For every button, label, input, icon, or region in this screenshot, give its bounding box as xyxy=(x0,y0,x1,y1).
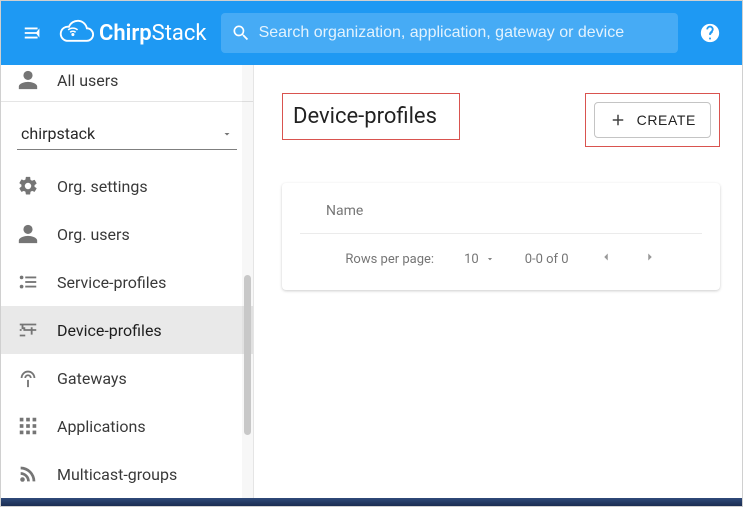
column-header-name[interactable]: Name xyxy=(326,203,363,219)
next-page-button[interactable] xyxy=(643,250,657,268)
person-icon xyxy=(17,223,39,245)
help-button[interactable] xyxy=(690,13,730,53)
sidebar-item-service-profiles[interactable]: Service-profiles xyxy=(1,258,253,306)
sidebar: All users chirpstack Org. settings Org. … xyxy=(1,65,254,506)
sidebar-item-label: Device-profiles xyxy=(57,321,162,340)
list-icon xyxy=(17,271,39,293)
org-selected-value: chirpstack xyxy=(21,124,95,143)
sidebar-item-label: Org. settings xyxy=(57,177,148,196)
help-icon xyxy=(699,22,721,44)
brand-text: ChirpStack xyxy=(99,21,207,46)
sidebar-item-label: Applications xyxy=(57,417,146,436)
brand-logo: ChirpStack xyxy=(57,19,207,47)
sidebar-item-gateways[interactable]: Gateways xyxy=(1,354,253,402)
search-input[interactable] xyxy=(259,24,668,42)
divider xyxy=(1,101,253,102)
rows-per-page-label: Rows per page: xyxy=(345,252,434,267)
create-button-highlight: Create xyxy=(585,93,720,147)
antenna-icon xyxy=(17,367,39,389)
data-table-card: Name Rows per page: 10 0-0 of 0 xyxy=(282,183,720,290)
create-button[interactable]: Create xyxy=(594,102,711,138)
footer-strip xyxy=(1,498,742,506)
sidebar-item-all-users[interactable]: All users xyxy=(1,65,253,95)
page-title: Device-profiles xyxy=(293,104,437,129)
create-button-label: Create xyxy=(637,112,696,128)
dropdown-icon xyxy=(221,128,233,140)
sidebar-item-multicast-groups[interactable]: Multicast-groups xyxy=(1,450,253,498)
pagination-range: 0-0 of 0 xyxy=(525,252,569,267)
rss-icon xyxy=(17,463,39,485)
chevron-right-icon xyxy=(643,250,657,264)
main-content: Device-profiles Create Name Rows per pag… xyxy=(254,65,742,506)
sidebar-item-label: Service-profiles xyxy=(57,273,166,292)
page-title-highlight: Device-profiles xyxy=(282,93,460,140)
sidebar-item-applications[interactable]: Applications xyxy=(1,402,253,450)
menu-collapse-button[interactable] xyxy=(13,13,53,53)
plus-icon xyxy=(609,111,627,129)
sidebar-item-org-settings[interactable]: Org. settings xyxy=(1,162,253,210)
rows-per-page-select[interactable]: 10 xyxy=(464,252,495,267)
menu-collapse-icon xyxy=(22,22,44,44)
sidebar-nav: Org. settings Org. users Service-profile… xyxy=(1,162,253,506)
apps-icon xyxy=(17,415,39,437)
person-icon xyxy=(17,69,39,91)
table-header: Name xyxy=(300,183,702,234)
sidebar-item-label: Org. users xyxy=(57,225,130,244)
rows-per-page-value: 10 xyxy=(464,252,479,267)
prev-page-button[interactable] xyxy=(599,250,613,268)
sidebar-item-label: Gateways xyxy=(57,369,127,388)
sidebar-item-label: All users xyxy=(57,71,118,90)
gear-icon xyxy=(17,175,39,197)
dropdown-icon xyxy=(485,254,495,264)
tune-icon xyxy=(17,319,39,341)
sidebar-item-org-users[interactable]: Org. users xyxy=(1,210,253,258)
top-app-bar: ChirpStack xyxy=(1,1,742,65)
search-icon xyxy=(231,23,251,43)
organization-selector[interactable]: chirpstack xyxy=(17,118,237,150)
scrollbar-thumb[interactable] xyxy=(244,275,251,435)
sidebar-item-label: Multicast-groups xyxy=(57,465,177,484)
chevron-left-icon xyxy=(599,250,613,264)
cloud-icon xyxy=(57,19,95,47)
global-search[interactable] xyxy=(221,13,678,53)
sidebar-item-device-profiles[interactable]: Device-profiles xyxy=(1,306,253,354)
table-pagination: Rows per page: 10 0-0 of 0 xyxy=(282,234,720,290)
